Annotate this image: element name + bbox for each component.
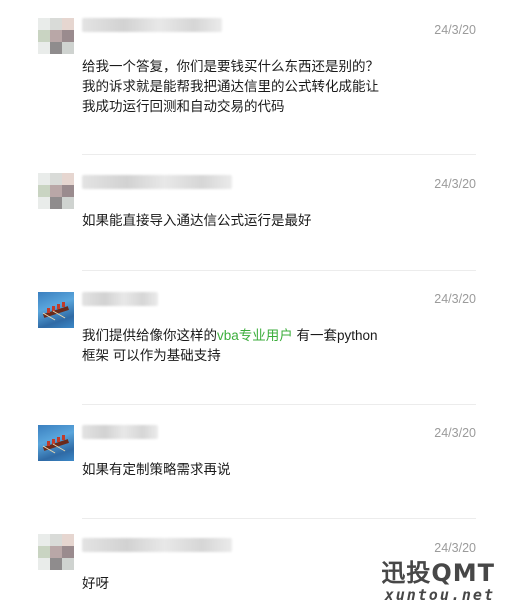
comment-time: 24/3/20 (434, 292, 476, 306)
user-avatar[interactable] (38, 534, 74, 570)
watermark-title: 迅投QMT (381, 559, 495, 587)
divider (82, 270, 476, 271)
comment-text: 给我一个答复，你们是要钱买什么东西还是别的？ 我的诉求就是能帮我把通达信里的公式… (82, 57, 412, 117)
comment-time: 24/3/20 (434, 426, 476, 440)
divider (82, 154, 476, 155)
comment-text: 我们提供给像你这样的vba专业用户 有一套python 框架 可以作为基础支持 (82, 326, 412, 366)
user-name-blurred (82, 175, 232, 189)
rowing-boat-avatar-icon[interactable] (38, 425, 74, 461)
comment-text: 如果有定制策略需求再说 (82, 460, 412, 480)
divider (82, 518, 476, 519)
watermark-url: xuntou.net (384, 586, 495, 604)
user-name-blurred (82, 538, 232, 552)
comment-line: 我的诉求就是能帮我把通达信里的公式转化成能让 (82, 79, 379, 94)
comment-line: 框架 可以作为基础支持 (82, 348, 221, 363)
rowing-boat-avatar-icon[interactable] (38, 292, 74, 328)
user-name-blurred (82, 425, 158, 439)
comment-line: 如果有定制策略需求再说 (82, 462, 231, 477)
comment-line: 我成功运行回测和自动交易的代码 (82, 99, 285, 114)
comment-text: 如果能直接导入通达信公式运行是最好 (82, 211, 412, 231)
comment-text: 好呀 (82, 574, 412, 594)
comment-line: 如果能直接导入通达信公式运行是最好 (82, 213, 312, 228)
comment-time: 24/3/20 (434, 177, 476, 191)
xuntou-watermark: 迅投QMT xuntou.net (381, 553, 495, 604)
divider (82, 404, 476, 405)
user-name-blurred (82, 18, 222, 32)
user-avatar[interactable] (38, 18, 74, 54)
user-avatar[interactable] (38, 173, 74, 209)
comment-line: 我们提供给像你这样的vba专业用户 有一套python (82, 328, 378, 343)
comment-line: 给我一个答复，你们是要钱买什么东西还是别的？ (82, 59, 379, 74)
comment-line: 好呀 (82, 576, 109, 591)
user-name-blurred (82, 292, 158, 306)
comment-time: 24/3/20 (434, 23, 476, 37)
vba-pro-user-link[interactable]: vba专业用户 (217, 328, 293, 343)
